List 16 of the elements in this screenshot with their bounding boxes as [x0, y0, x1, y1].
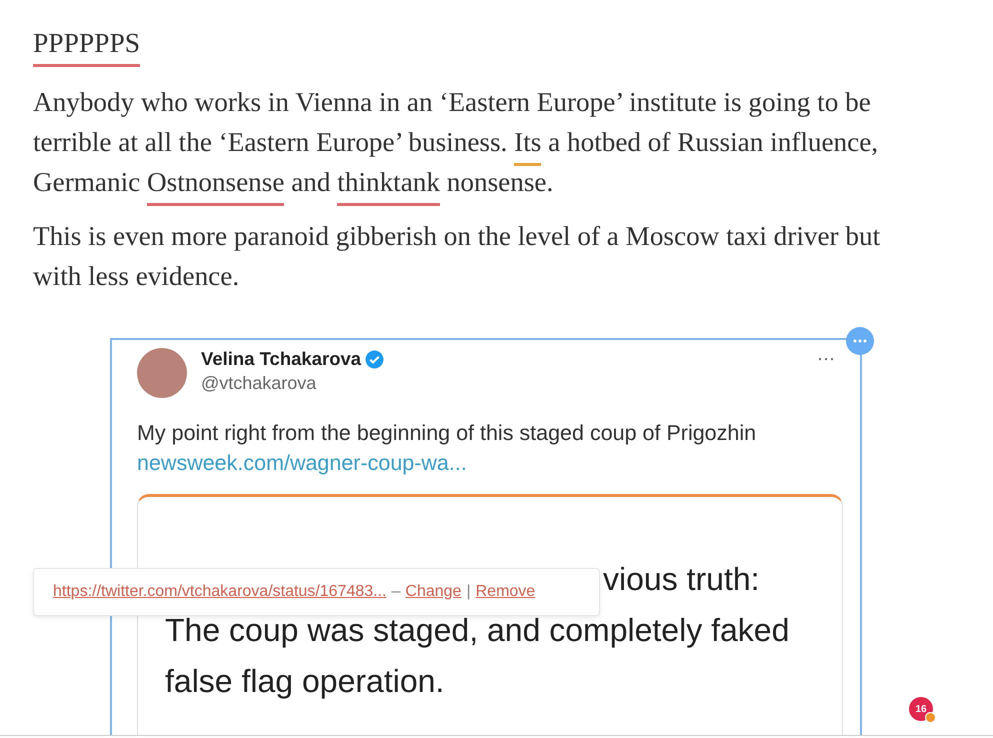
tweet-text: My point right from the beginning of this staged coup of Prigozhin — [137, 420, 758, 446]
preview-text: false flag operation. — [165, 663, 444, 699]
notification-badge[interactable]: 16 — [909, 697, 933, 721]
change-link[interactable]: Change — [405, 583, 462, 601]
pipe-separator: | — [466, 583, 471, 601]
author-name: Velina Tchakarova — [201, 348, 362, 370]
author-handle: @vtchakarova — [201, 372, 318, 394]
avatar — [137, 348, 187, 398]
tweet-link[interactable]: newsweek.com/wagner-coup-wa... — [137, 450, 843, 476]
preview-text: vious truth: — [603, 561, 760, 597]
paragraph: This is even more paranoid gibberish on the level of a Moscow taxi driver but with less evidence. — [33, 220, 882, 293]
more-menu[interactable]: ··· — [817, 348, 843, 369]
dash-separator: – — [392, 583, 400, 601]
heading: PPPPPPS — [33, 27, 140, 67]
preview-text: The coup was staged, and completely faked — [165, 612, 790, 648]
remove-link[interactable]: Remove — [476, 583, 536, 601]
